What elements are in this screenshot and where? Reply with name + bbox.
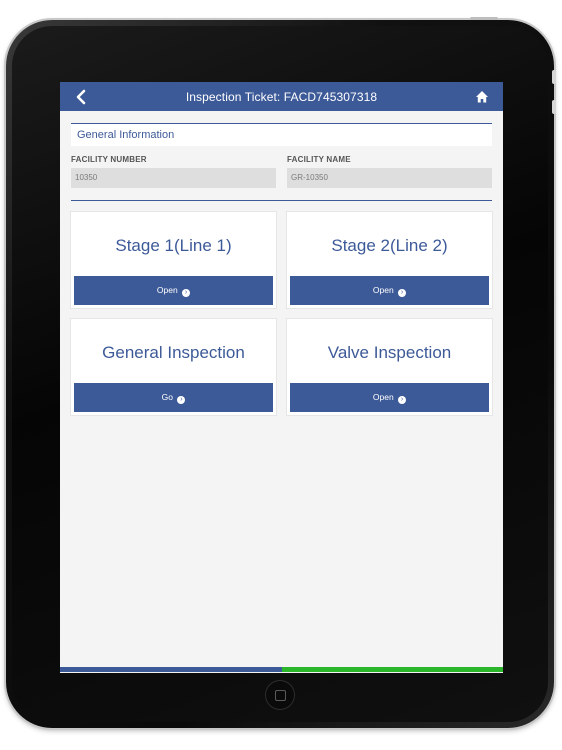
page-title: Inspection Ticket: FACD745307318	[185, 90, 378, 104]
stage-1-open-button[interactable]: Open ›	[74, 276, 273, 305]
power-button	[470, 17, 498, 20]
section-divider	[71, 200, 492, 201]
facility-name-label: FACILITY NAME	[287, 155, 351, 164]
progress-remaining	[281, 667, 503, 672]
card-title: Valve Inspection	[327, 343, 452, 362]
general-inspection-card: General Inspection Go ›	[71, 319, 276, 415]
card-title: Stage 2(Line 2)	[331, 236, 448, 255]
volume-button	[552, 100, 556, 114]
valve-inspection-open-button[interactable]: Open ›	[290, 383, 489, 412]
arrow-circle-right-icon: ›	[177, 396, 186, 404]
home-button[interactable]	[475, 90, 489, 104]
header-bar: Inspection Ticket: FACD745307318	[60, 82, 503, 111]
general-inspection-go-button[interactable]: Go ›	[74, 383, 273, 412]
section-title: General Information	[77, 129, 175, 141]
valve-inspection-card: Valve Inspection Open ›	[287, 319, 492, 415]
progress-bar	[60, 667, 503, 672]
arrow-circle-right-icon: ›	[182, 289, 191, 297]
button-label: Open	[156, 285, 178, 295]
card-title: Stage 1(Line 1)	[115, 236, 232, 255]
card-title: General Inspection	[102, 343, 245, 362]
arrow-circle-right-icon: ›	[398, 289, 407, 297]
home-square-icon	[275, 690, 286, 701]
button-label: Go	[161, 392, 173, 402]
facility-name-field[interactable]: GR-10350	[287, 168, 492, 188]
home-icon	[476, 91, 488, 103]
stage-2-open-button[interactable]: Open ›	[290, 276, 489, 305]
progress-fill	[60, 667, 282, 672]
device-home-button[interactable]	[265, 680, 295, 710]
volume-button	[552, 70, 556, 84]
stage-1-card: Stage 1(Line 1) Open ›	[71, 212, 276, 308]
button-label: Open	[372, 285, 394, 295]
section-header: General Information	[71, 124, 492, 146]
facility-number-label: FACILITY NUMBER	[71, 155, 147, 164]
button-label: Open	[372, 392, 394, 402]
facility-number-field[interactable]: 10350	[71, 168, 276, 188]
arrow-circle-right-icon: ›	[398, 396, 407, 404]
app-screen: Inspection Ticket: FACD745307318 General…	[60, 82, 503, 673]
stage-2-card: Stage 2(Line 2) Open ›	[287, 212, 492, 308]
